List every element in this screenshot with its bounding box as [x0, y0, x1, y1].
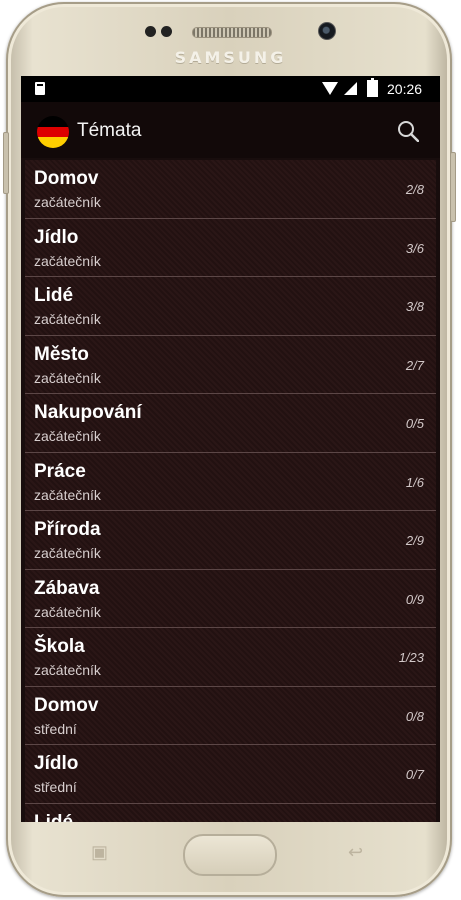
signal-icon — [344, 82, 357, 95]
status-bar: 20:26 — [21, 76, 440, 102]
topic-progress: 1/23 — [398, 650, 424, 665]
power-button — [450, 152, 456, 222]
topic-progress: 3/6 — [405, 240, 424, 256]
topic-row[interactable]: Zábava začátečník 0/9 — [25, 569, 436, 628]
earpiece-speaker — [192, 27, 272, 38]
topic-level: střední — [34, 720, 77, 737]
topic-progress: 3/8 — [405, 299, 424, 314]
status-time: 20:26 — [387, 81, 423, 97]
topic-progress: 2/8 — [405, 182, 424, 197]
topic-name: Jídlo — [34, 753, 79, 774]
topic-row[interactable]: Lidé — [25, 803, 436, 823]
topic-name: Škola — [34, 636, 85, 657]
topic-level: začátečník — [34, 194, 101, 210]
topic-level: začátečník — [34, 603, 101, 620]
topic-row[interactable]: Příroda začátečník 2/9 — [25, 511, 436, 570]
topic-row[interactable]: Jídlo střední 0/7 — [25, 745, 436, 804]
topic-name: Domov — [34, 694, 99, 716]
german-flag-icon[interactable] — [37, 116, 69, 148]
sensor-dot-right — [161, 26, 172, 37]
topic-progress: 2/7 — [405, 357, 424, 373]
topic-name: Příroda — [34, 519, 101, 540]
topic-name: Město — [34, 343, 89, 365]
topic-name: Nakupování — [34, 402, 142, 423]
topic-level: začátečník — [34, 662, 101, 678]
topic-row[interactable]: Domov začátečník 2/8 — [25, 160, 436, 219]
topic-row[interactable]: Lidé začátečník 3/8 — [25, 277, 436, 336]
topic-row[interactable]: Domov střední 0/8 — [25, 686, 436, 745]
topic-name: Jídlo — [34, 226, 79, 248]
topic-level: začátečník — [34, 369, 101, 386]
topic-row[interactable]: Škola začátečník 1/23 — [25, 628, 436, 687]
topic-level: začátečník — [34, 428, 101, 444]
wifi-icon — [322, 82, 338, 95]
topic-progress: 0/8 — [405, 708, 424, 724]
topic-level: střední — [34, 779, 77, 795]
recent-apps-icon[interactable]: ▣ — [91, 842, 108, 863]
topic-name: Lidé — [34, 285, 74, 306]
volume-button — [3, 132, 9, 194]
back-icon[interactable]: ↩ — [348, 842, 363, 863]
topic-progress: 0/5 — [405, 416, 424, 431]
front-camera — [318, 22, 336, 40]
screen: 20:26 Témata Domov začátečník 2/8 Jídlo … — [21, 76, 440, 822]
topic-name: Lidé — [34, 811, 74, 823]
topic-progress: 1/6 — [405, 474, 424, 490]
topic-row[interactable]: Nakupování začátečník 0/5 — [25, 394, 436, 453]
topic-name: Práce — [34, 460, 86, 482]
topic-row[interactable]: Práce začátečník 1/6 — [25, 452, 436, 511]
topic-row[interactable]: Město začátečník 2/7 — [25, 335, 436, 394]
sensor-dot-left — [145, 26, 156, 37]
sd-card-icon — [35, 82, 45, 95]
topic-list: Domov začátečník 2/8 Jídlo začátečník 3/… — [21, 160, 440, 822]
topic-progress: 0/7 — [405, 767, 424, 782]
home-button[interactable] — [183, 834, 277, 876]
topic-progress: 2/9 — [405, 533, 424, 548]
battery-icon — [367, 78, 378, 97]
page-title: Témata — [77, 120, 142, 141]
topic-name: Domov — [34, 168, 99, 189]
topic-level: začátečník — [34, 311, 101, 327]
topic-progress: 0/9 — [405, 591, 424, 607]
search-icon[interactable] — [397, 120, 419, 142]
flag-stripe-red — [37, 126, 69, 138]
topic-level: začátečník — [34, 545, 101, 561]
topic-name: Zábava — [34, 577, 100, 599]
topic-row[interactable]: Jídlo začátečník 3/6 — [25, 218, 436, 277]
brand-logo: SAMSUNG — [174, 48, 287, 67]
topic-level: začátečník — [34, 486, 101, 503]
topic-level: začátečník — [34, 252, 101, 269]
